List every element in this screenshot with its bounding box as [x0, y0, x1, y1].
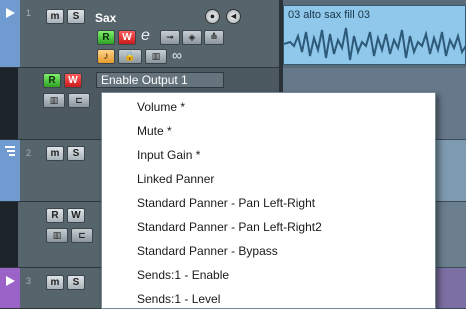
lanes-icon[interactable]: ▥ [145, 49, 167, 64]
menu-item-input-gain[interactable]: Input Gain * [102, 143, 435, 167]
read-automation-button[interactable]: R [43, 73, 61, 88]
audio-event[interactable]: 03 alto sax fill 03 [283, 5, 466, 65]
track-color-strip[interactable] [0, 140, 20, 201]
track-name[interactable]: Sax [95, 11, 116, 25]
menu-item-mute[interactable]: Mute * [102, 119, 435, 143]
automation-parameter-menu: Volume * Mute * Input Gain * Linked Pann… [101, 92, 436, 309]
lock-icon[interactable]: 🔒 [118, 49, 142, 64]
insert-icon[interactable]: ⊸ [160, 30, 180, 45]
read-automation-button[interactable]: R [46, 208, 64, 223]
folder-expand-icon[interactable] [0, 140, 20, 160]
link-icon[interactable]: ∞ [172, 47, 182, 63]
solo-button[interactable]: S [67, 146, 85, 161]
menu-item-sends1-level[interactable]: Sends:1 - Level [102, 287, 435, 309]
menu-item-standard-panner-pan-left-right[interactable]: Standard Panner - Pan Left-Right [102, 191, 435, 215]
write-automation-button[interactable]: W [118, 30, 136, 45]
automation-strip [0, 68, 18, 139]
mute-button[interactable]: m [46, 275, 64, 290]
mute-button[interactable]: m [46, 146, 64, 161]
read-automation-button[interactable]: R [97, 30, 115, 45]
solo-button[interactable]: S [67, 9, 85, 24]
monitor-icon[interactable]: ◄ [226, 9, 241, 24]
track-number: 3 [26, 276, 32, 286]
write-automation-button[interactable]: W [67, 208, 85, 223]
menu-item-sends1-enable[interactable]: Sends:1 - Enable [102, 263, 435, 287]
event-title: 03 alto sax fill 03 [288, 9, 370, 21]
pan-icon[interactable]: ◈ [182, 30, 202, 45]
record-icon[interactable]: ● [205, 9, 220, 24]
track-color-strip[interactable] [0, 268, 20, 308]
menu-item-linked-panner[interactable]: Linked Panner [102, 167, 435, 191]
folder-icon[interactable]: ⊏ [71, 228, 93, 243]
track-color-strip [0, 202, 18, 267]
track-number: 1 [26, 8, 32, 18]
write-automation-button[interactable]: W [64, 73, 82, 88]
menu-item-standard-panner-pan-left-right2[interactable]: Standard Panner - Pan Left-Right2 [102, 215, 435, 239]
edit-channel-button[interactable]: e [141, 27, 150, 45]
track-expand-icon[interactable] [0, 0, 20, 20]
track-sax[interactable]: 1 m S Sax ● ◄ R W e ⊸ ◈ ≙ ♪ 🔒 ▥ ∞ [0, 0, 279, 68]
eq-icon[interactable]: ≙ [204, 30, 224, 45]
menu-item-standard-panner-bypass[interactable]: Standard Panner - Bypass [102, 239, 435, 263]
waveform [284, 27, 466, 61]
mute-button[interactable]: m [46, 9, 64, 24]
solo-button[interactable]: S [67, 275, 85, 290]
project-window: 1 m S Sax ● ◄ R W e ⊸ ◈ ≙ ♪ 🔒 ▥ ∞ R W En… [0, 0, 466, 309]
lanes-icon[interactable]: ▥ [46, 228, 68, 243]
track-color-strip[interactable] [0, 0, 20, 67]
automation-parameter-field[interactable]: Enable Output 1 [96, 72, 224, 88]
menu-item-volume[interactable]: Volume * [102, 95, 435, 119]
folder-icon[interactable]: ⊏ [68, 93, 90, 108]
track-number: 2 [26, 148, 32, 158]
music-note-icon[interactable]: ♪ [97, 49, 115, 64]
track-expand-icon[interactable] [0, 268, 20, 288]
lanes-icon[interactable]: ▥ [43, 93, 65, 108]
